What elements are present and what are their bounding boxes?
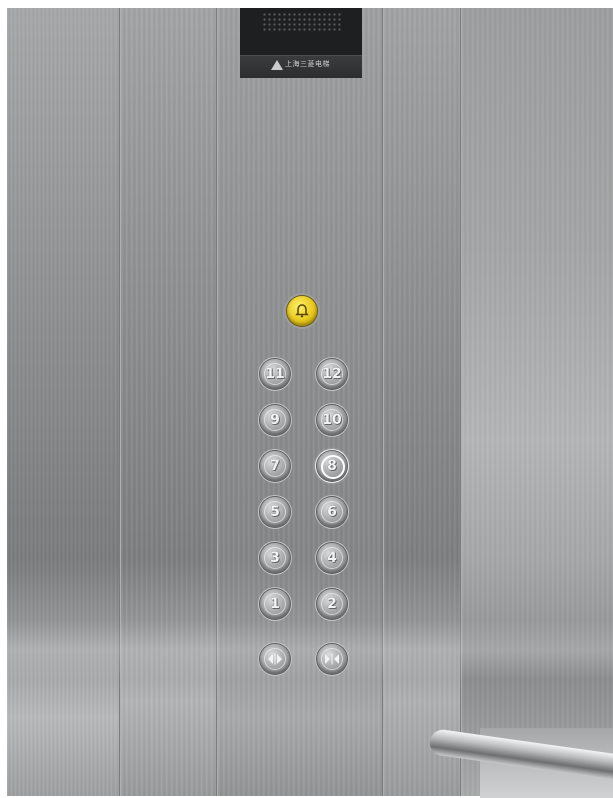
floor-button-4[interactable]: 4 bbox=[317, 543, 347, 573]
floor-button-9[interactable]: 9 bbox=[260, 405, 290, 435]
floor-number: 12 bbox=[322, 366, 342, 382]
floor-number: 4 bbox=[327, 550, 337, 566]
alarm-button[interactable] bbox=[287, 296, 317, 326]
floor-button-1[interactable]: 1 bbox=[260, 589, 290, 619]
brand-plate-text: 上海三菱电梯 bbox=[285, 60, 330, 68]
floor-button-6[interactable]: 6 bbox=[317, 497, 347, 527]
floor-number: 1 bbox=[270, 596, 280, 612]
brand-logo-icon bbox=[271, 60, 283, 70]
speaker-grille bbox=[262, 12, 342, 32]
door-open-icon bbox=[268, 653, 282, 665]
floor-button-10[interactable]: 10 bbox=[317, 405, 347, 435]
floor-button-3[interactable]: 3 bbox=[260, 543, 290, 573]
floor-number: 2 bbox=[327, 596, 337, 612]
floor-number: 5 bbox=[270, 504, 280, 520]
bell-icon bbox=[295, 304, 309, 318]
floor-button-5[interactable]: 5 bbox=[260, 497, 290, 527]
floor-number: 11 bbox=[265, 366, 285, 382]
floor-button-2[interactable]: 2 bbox=[317, 589, 347, 619]
floor-button-7[interactable]: 7 bbox=[260, 451, 290, 481]
floor-button-11[interactable]: 11 bbox=[260, 359, 290, 389]
door-close-button[interactable] bbox=[317, 644, 347, 674]
floor-reflection bbox=[0, 620, 613, 680]
floor-number: 7 bbox=[270, 458, 280, 474]
door-close-icon bbox=[325, 653, 339, 665]
elevator-interior: 上海三菱电梯 11 12 9 10 7 8 5 6 3 4 1 2 bbox=[0, 0, 613, 798]
floor-number: 8 bbox=[327, 458, 337, 474]
floor-number: 9 bbox=[270, 412, 280, 428]
floor-number: 10 bbox=[322, 412, 342, 428]
floor-button-8[interactable]: 8 bbox=[317, 451, 347, 481]
floor-number: 6 bbox=[327, 504, 337, 520]
floor-button-12[interactable]: 12 bbox=[317, 359, 347, 389]
floor-number: 3 bbox=[270, 550, 280, 566]
door-open-button[interactable] bbox=[260, 644, 290, 674]
